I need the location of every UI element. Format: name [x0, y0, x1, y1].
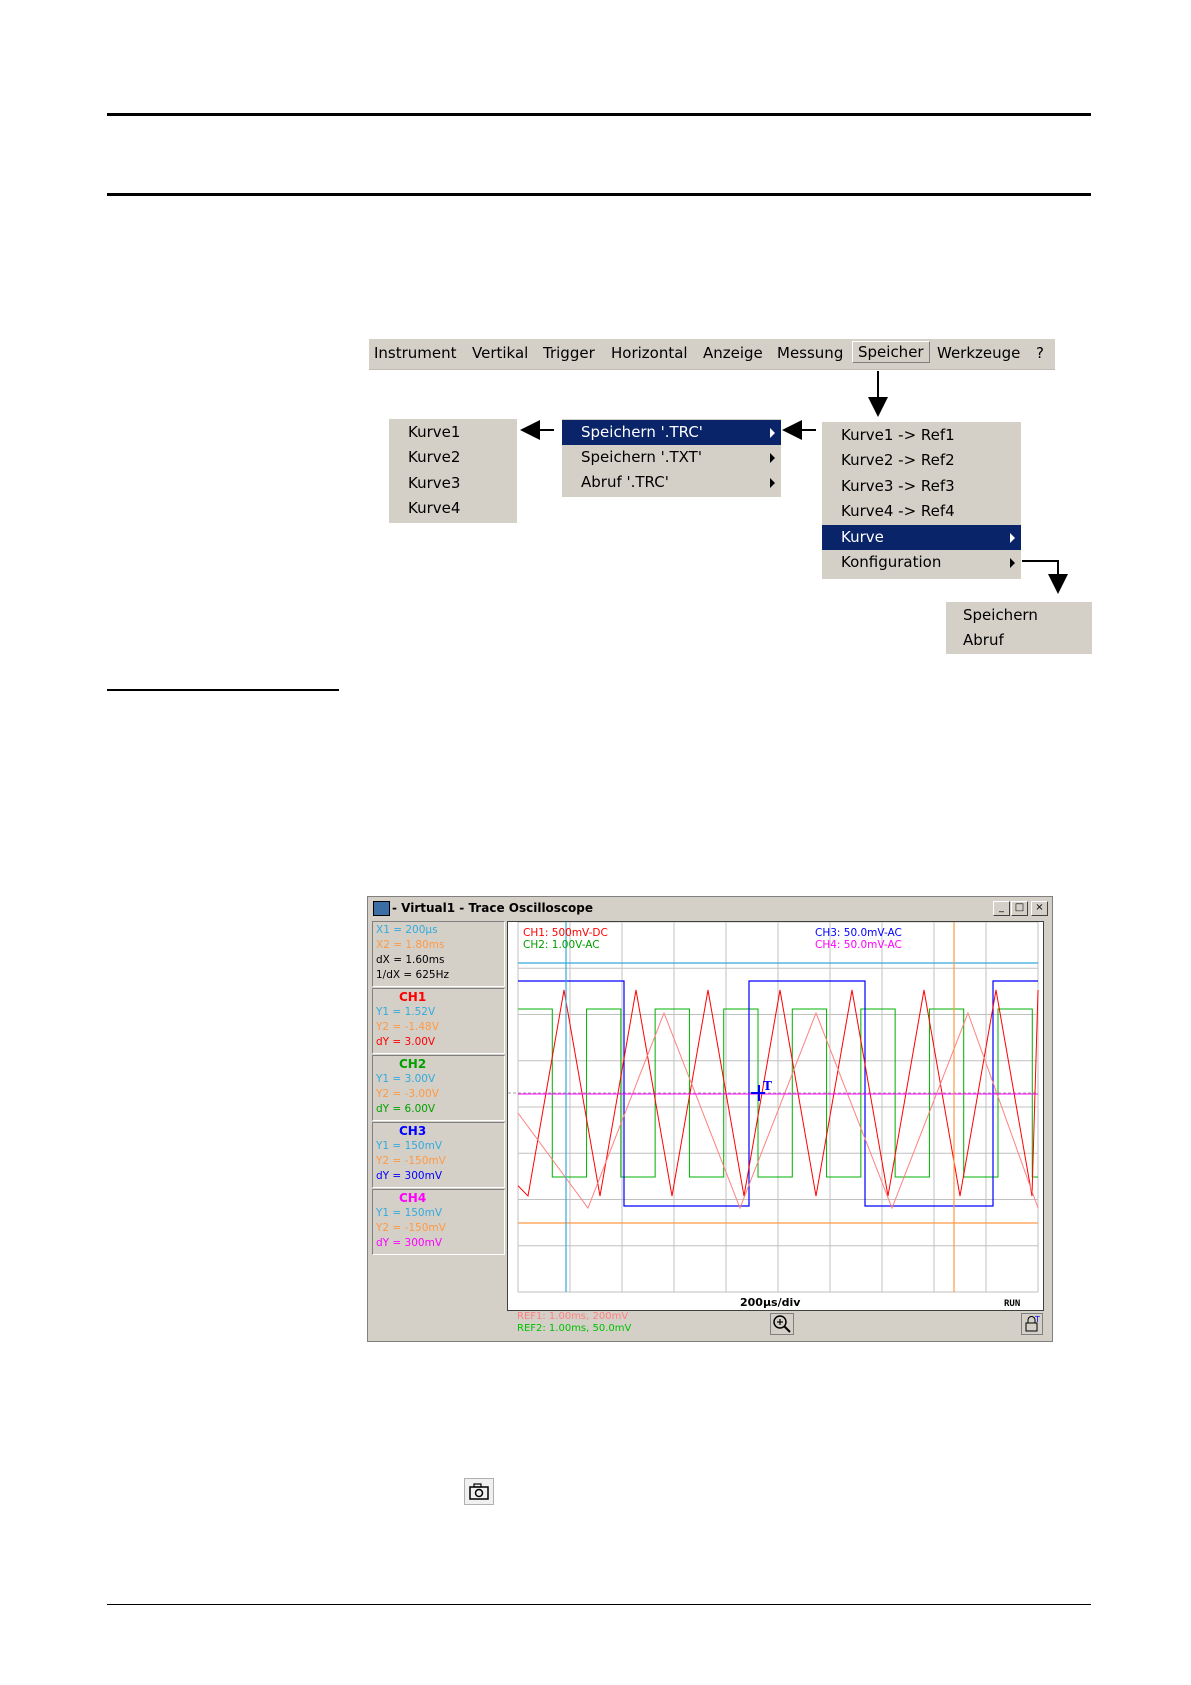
- ch1-box: CH1 Y1 = 1.52V Y2 = -1.48V dY = 3.00V: [372, 988, 505, 1054]
- window-title: - Virtual1 - Trace Oscilloscope: [392, 901, 594, 915]
- cursor-inv-dx: 1/dX = 625Hz: [376, 969, 449, 981]
- ref2-label: REF2: 1.00ms, 50.0mV: [517, 1323, 632, 1334]
- maximize-button[interactable]: □: [1011, 901, 1028, 916]
- plot-label-ch3: CH3: 50.0mV-AC: [815, 927, 902, 939]
- grid: [508, 922, 1039, 1293]
- svg-text:T: T: [1034, 1315, 1040, 1324]
- ch4-y2: Y2 = -150mV: [376, 1222, 446, 1234]
- zoom-icon[interactable]: [770, 1313, 794, 1335]
- ch3-dy: dY = 300mV: [376, 1170, 443, 1182]
- menu-item-kurve3[interactable]: Kurve3: [389, 471, 517, 496]
- timebase-label: 200µs/div: [740, 1296, 801, 1309]
- close-button[interactable]: ×: [1031, 901, 1048, 916]
- menu-item-kurve1-ref1[interactable]: Kurve1 -> Ref1: [822, 423, 1021, 448]
- menu-item-speichern-txt[interactable]: Speichern '.TXT': [562, 445, 781, 470]
- ch2-title: CH2: [399, 1057, 427, 1071]
- cursor-dx: dX = 1.60ms: [376, 954, 445, 966]
- ch2-y2: Y2 = -3.00V: [376, 1088, 439, 1100]
- popup-speichern: Speichern '.TRC' Speichern '.TXT' Abruf …: [562, 419, 781, 497]
- submenu-arrow-icon: [1010, 558, 1015, 568]
- menu-item-kurve[interactable]: Kurve: [822, 525, 1021, 550]
- submenu-arrow-icon: [770, 428, 775, 438]
- menu-item-kurve4[interactable]: Kurve4: [389, 496, 517, 521]
- popup-kurve-list: Kurve1 Kurve2 Kurve3 Kurve4: [389, 419, 517, 523]
- app-icon: [373, 901, 390, 916]
- menu-item-kurve4-ref4[interactable]: Kurve4 -> Ref4: [822, 499, 1021, 524]
- minimize-button[interactable]: _: [993, 901, 1010, 916]
- ref1-label: REF1: 1.00ms, 200mV: [517, 1311, 629, 1322]
- menu-item-abruf-trc[interactable]: Abruf '.TRC': [562, 470, 781, 495]
- menu-arrows: [520, 371, 1068, 594]
- ch1-y1: Y1 = 1.52V: [376, 1006, 436, 1018]
- ch4-title: CH4: [399, 1191, 427, 1205]
- popup-speicher: Kurve1 -> Ref1 Kurve2 -> Ref2 Kurve3 -> …: [822, 422, 1021, 579]
- ch4-box: CH4 Y1 = 150mV Y2 = -150mV dY = 300mV: [372, 1189, 505, 1255]
- ch3-box: CH3 Y1 = 150mV Y2 = -150mV dY = 300mV: [372, 1122, 505, 1188]
- menu-item-konfiguration[interactable]: Konfiguration: [822, 550, 1021, 575]
- menu-item-kurve2-ref2[interactable]: Kurve2 -> Ref2: [822, 448, 1021, 473]
- ch3-y2: Y2 = -150mV: [376, 1155, 446, 1167]
- popup-config: Speichern Abruf: [946, 602, 1092, 654]
- ch1-title: CH1: [399, 990, 427, 1004]
- status-row: REF1: 1.00ms, 200mV REF2: 1.00ms, 50.0mV…: [507, 1311, 1044, 1337]
- ch3-y1: Y1 = 150mV: [376, 1140, 443, 1152]
- submenu-arrow-icon: [770, 453, 775, 463]
- plot-label-ch4: CH4: 50.0mV-AC: [815, 939, 902, 951]
- submenu-arrow-icon: [1010, 533, 1015, 543]
- ch3-title: CH3: [399, 1124, 427, 1138]
- camera-icon: [464, 1478, 494, 1505]
- footer-rule: [107, 1604, 1091, 1605]
- title-bar: - Virtual1 - Trace Oscilloscope _ □ ×: [370, 899, 1050, 918]
- ch1-y2: Y2 = -1.48V: [376, 1021, 439, 1033]
- run-label: RUN: [1004, 1299, 1020, 1309]
- ch2-box: CH2 Y1 = 3.00V Y2 = -3.00V dY = 6.00V: [372, 1055, 505, 1121]
- ch4-dy: dY = 300mV: [376, 1237, 443, 1249]
- plot-label-ch2: CH2: 1.00V-AC: [523, 939, 600, 951]
- cursor-x2: X2 = 1.80ms: [376, 939, 445, 951]
- menu-item-speichern[interactable]: Speichern: [946, 603, 1092, 628]
- scope-display[interactable]: T CH1: 500mV-DC CH2: 1.00V-AC CH3: 50.0m…: [507, 921, 1044, 1311]
- ch1-dy: dY = 3.00V: [376, 1036, 436, 1048]
- menu-item-kurve1[interactable]: Kurve1: [389, 420, 517, 445]
- oscilloscope-window: - Virtual1 - Trace Oscilloscope _ □ × X1…: [367, 896, 1053, 1342]
- plot-label-ch1: CH1: 500mV-DC: [523, 927, 608, 939]
- menu-item-kurve3-ref3[interactable]: Kurve3 -> Ref3: [822, 474, 1021, 499]
- lock-icon[interactable]: T: [1021, 1313, 1043, 1335]
- menu-item-speichern-trc[interactable]: Speichern '.TRC': [562, 420, 781, 445]
- menu-item-abruf[interactable]: Abruf: [946, 628, 1092, 653]
- ch2-y1: Y1 = 3.00V: [376, 1073, 436, 1085]
- ch2-dy: dY = 6.00V: [376, 1103, 436, 1115]
- trigger-label: T: [763, 1079, 772, 1093]
- cursor-box: X1 = 200µs X2 = 1.80ms dX = 1.60ms 1/dX …: [372, 921, 505, 987]
- ch4-y1: Y1 = 150mV: [376, 1207, 443, 1219]
- cursor-x1: X1 = 200µs: [376, 924, 438, 936]
- submenu-arrow-icon: [770, 478, 775, 488]
- waveform-area: T CH1: 500mV-DC CH2: 1.00V-AC CH3: 50.0m…: [508, 922, 1039, 1309]
- menu-item-kurve2[interactable]: Kurve2: [389, 445, 517, 470]
